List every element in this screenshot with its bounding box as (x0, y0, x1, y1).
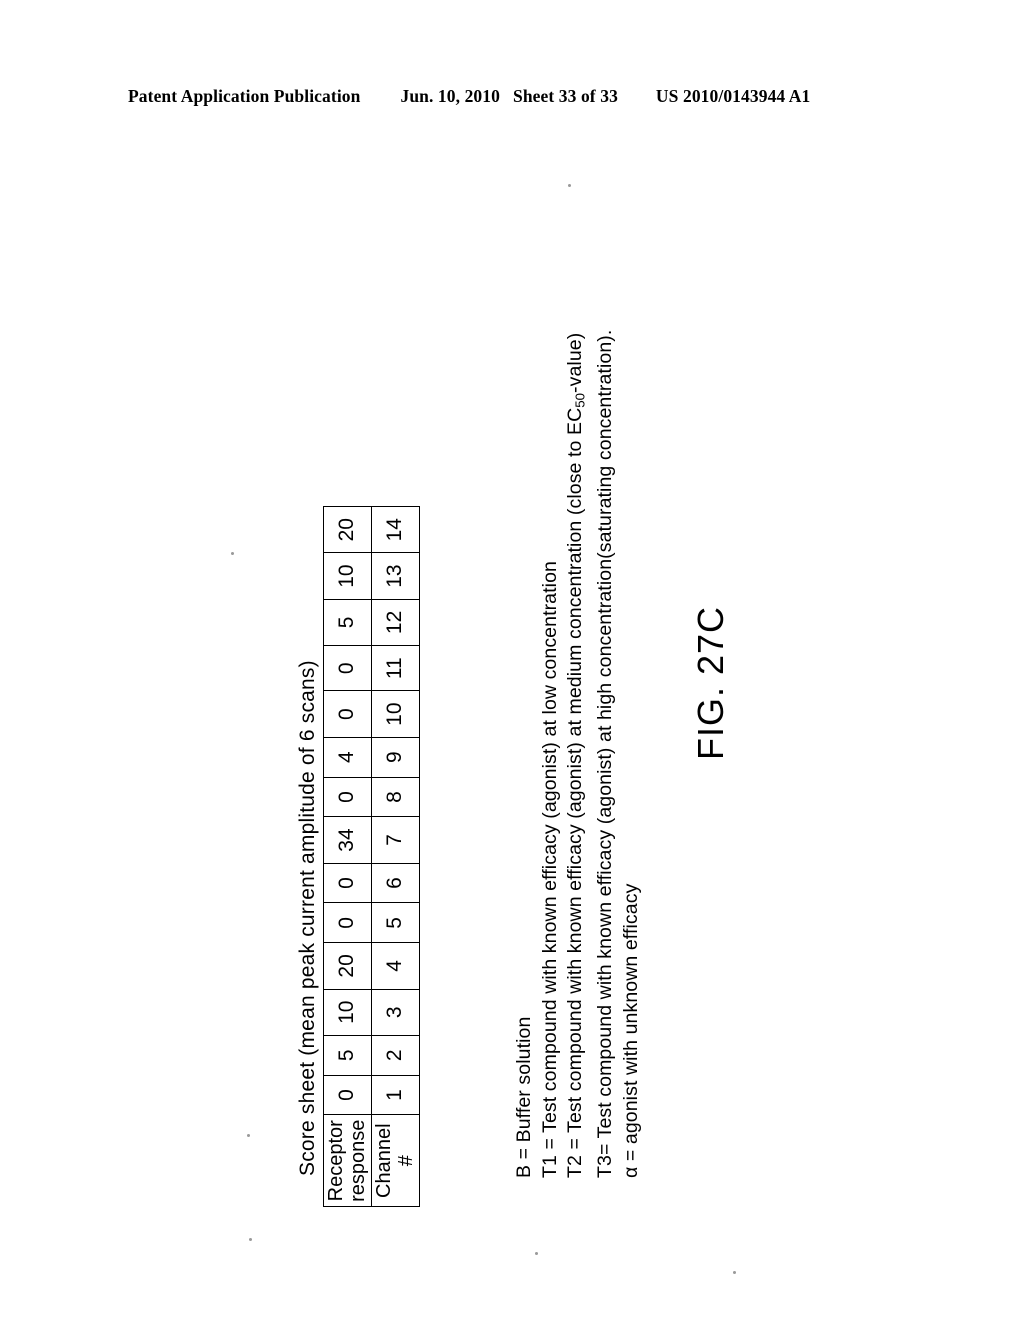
table-row-channel: Channel # 1 2 3 4 5 6 7 8 9 10 11 12 13 … (371, 506, 420, 1207)
cell-channel-1: 1 (371, 1075, 420, 1115)
legend-line-t2-post: -value) (564, 332, 586, 393)
cell-channel-7: 7 (371, 816, 420, 864)
cell-channel-14: 14 (371, 506, 420, 553)
row-header-channel: Channel # (371, 1114, 420, 1207)
cell-channel-5: 5 (371, 902, 420, 943)
cell-receptor-response-1: 0 (323, 1075, 372, 1115)
scan-speck (733, 1271, 736, 1274)
figure-legend: B = Buffer solution T1 = Test compound w… (512, 330, 644, 1178)
cell-receptor-response-10: 0 (323, 690, 372, 738)
figure-label: FIG. 27C (690, 605, 731, 760)
cell-channel-8: 8 (371, 777, 420, 817)
header-date: Jun. 10, 2010 (400, 86, 500, 106)
cell-receptor-response-11: 0 (323, 645, 372, 691)
page-header: Patent Application Publication Jun. 10, … (128, 86, 896, 112)
cell-channel-10: 10 (371, 690, 420, 738)
row-header-receptor-response-line2: response (346, 1119, 369, 1202)
cell-receptor-response-7: 34 (323, 816, 372, 864)
cell-receptor-response-14: 20 (323, 506, 372, 553)
cell-channel-4: 4 (371, 942, 420, 990)
header-patent-number: US 2010/0143944 A1 (655, 86, 811, 106)
legend-line-buffer: B = Buffer solution (513, 1016, 535, 1178)
legend-line-t3: T3= Test compound with known efficacy (a… (594, 329, 617, 1178)
cell-receptor-response-8: 0 (323, 777, 372, 817)
cell-channel-9: 9 (371, 737, 420, 778)
cell-channel-3: 3 (371, 989, 420, 1036)
scan-speck (231, 552, 234, 555)
scan-speck (568, 184, 571, 187)
table-row-receptor-response: Receptor response 0 5 10 20 0 0 34 0 4 0 … (323, 506, 372, 1207)
legend-line-t2-pre: T2 = Test compound with known efficacy (… (564, 407, 586, 1178)
scan-speck (535, 1252, 538, 1255)
score-sheet-table: Receptor response 0 5 10 20 0 0 34 0 4 0 … (323, 506, 420, 1207)
score-sheet-table-container: Receptor response 0 5 10 20 0 0 34 0 4 0 … (323, 506, 420, 1207)
cell-receptor-response-2: 5 (323, 1035, 372, 1076)
legend-ec50-subscript: 50 (572, 392, 588, 408)
legend-line-t2: T2 = Test compound with known efficacy (… (563, 330, 593, 1178)
scan-speck (247, 1134, 250, 1137)
cell-receptor-response-3: 10 (323, 989, 372, 1036)
cell-receptor-response-13: 10 (323, 552, 372, 600)
row-header-receptor-response-line1: Receptor (325, 1120, 348, 1202)
cell-channel-11: 11 (371, 645, 420, 691)
header-publication-label: Patent Application Publication (128, 86, 361, 106)
cell-channel-12: 12 (371, 599, 420, 646)
legend-line-alpha: α = agonist with unknown efficacy (619, 883, 642, 1178)
cell-channel-13: 13 (371, 552, 420, 600)
cell-receptor-response-9: 4 (323, 737, 372, 778)
scan-speck (249, 1238, 252, 1241)
cell-receptor-response-4: 20 (323, 942, 372, 990)
cell-channel-2: 2 (371, 1035, 420, 1076)
row-header-receptor-response: Receptor response (323, 1114, 372, 1207)
cell-receptor-response-5: 0 (323, 902, 372, 943)
figure-title: Score sheet (mean peak current amplitude… (296, 660, 319, 1176)
header-sheet-number: Sheet 33 of 33 (512, 86, 618, 106)
cell-channel-6: 6 (371, 863, 420, 903)
legend-line-t1: T1 = Test compound with known efficacy (… (538, 561, 561, 1178)
cell-receptor-response-12: 5 (323, 599, 372, 646)
cell-receptor-response-6: 0 (323, 863, 372, 903)
